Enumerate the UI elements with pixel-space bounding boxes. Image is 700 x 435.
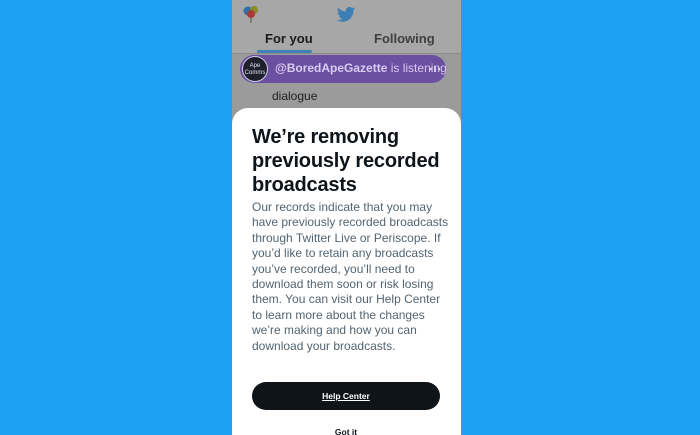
got-it-button[interactable]: Got it bbox=[252, 424, 440, 435]
app-header: For you Following bbox=[232, 0, 461, 54]
header-divider bbox=[232, 53, 461, 54]
spaces-handle: @BoredApeGazette bbox=[275, 61, 388, 75]
audio-wave-icon bbox=[430, 66, 440, 72]
help-center-button[interactable]: Help Center bbox=[252, 382, 440, 410]
spaces-live-bar[interactable]: Ape Comms @BoredApeGazette is listening bbox=[240, 55, 446, 83]
spaces-host-avatar: Ape Comms bbox=[242, 56, 268, 82]
avatar-text-line1: Ape bbox=[249, 63, 261, 69]
feed-text-snippet: dialogue bbox=[272, 89, 318, 103]
avatar-text-line2: Comms bbox=[244, 70, 266, 76]
tab-for-you[interactable]: For you bbox=[265, 31, 313, 46]
tab-following[interactable]: Following bbox=[374, 31, 435, 46]
announcement-sheet: We’re removing previously recorded broad… bbox=[232, 108, 461, 435]
balloons-avatar-icon[interactable] bbox=[241, 4, 261, 24]
sheet-title: We’re removing previously recorded broad… bbox=[252, 126, 440, 196]
phone-screen: For you Following Ape Comms @BoredApeGaz… bbox=[232, 0, 461, 435]
twitter-bird-icon bbox=[336, 6, 356, 22]
sheet-body: Our records indicate that you may have p… bbox=[252, 200, 449, 353]
spaces-status: @BoredApeGazette is listening bbox=[275, 61, 446, 75]
